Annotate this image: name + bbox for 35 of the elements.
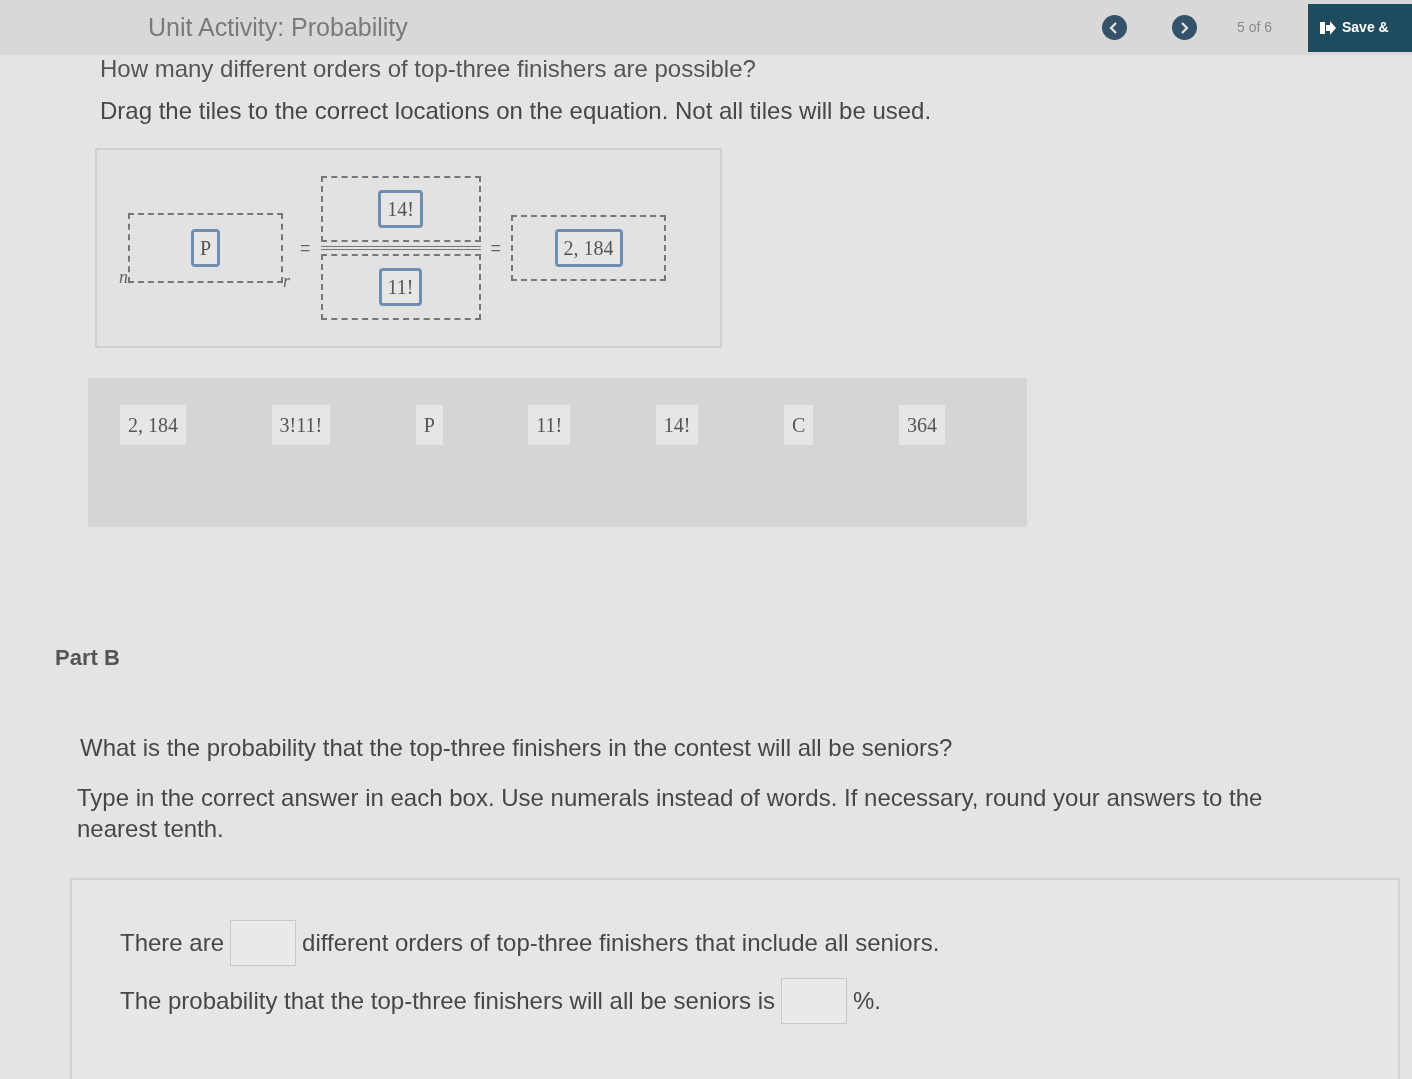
drop-slot[interactable]: 2, 184 xyxy=(511,215,667,281)
page-indicator: 5 of 6 xyxy=(1236,18,1272,37)
sentence-text: different orders of top-three finishers that include all seniors. xyxy=(302,928,940,958)
instruction-text: Drag the tiles to the correct locations on the equation. Not all tiles will be used. xyxy=(100,97,933,125)
page-title: Unit Activity: Probability xyxy=(148,11,408,43)
sentence-text: The probability that the top-three finishers will all be seniors is xyxy=(120,986,775,1016)
index-label: r xyxy=(283,270,290,293)
equals-sign: = xyxy=(490,236,502,260)
drop-slot[interactable]: 14! xyxy=(320,176,481,242)
answer-tile[interactable]: 14! xyxy=(655,405,699,445)
drop-slot[interactable]: 11! xyxy=(320,254,481,320)
sentence-text: %. xyxy=(853,986,881,1016)
save-button[interactable]: Save & xyxy=(1308,3,1412,52)
sentence-text: There are xyxy=(120,928,225,958)
answer-tile[interactable]: C xyxy=(784,405,814,445)
answer-tile[interactable]: 2, 184 xyxy=(120,405,186,445)
answer-tile[interactable]: P xyxy=(190,229,221,267)
exit-arrow-icon xyxy=(1320,20,1336,35)
instruction-text: Type in the correct answer in each box. Use numerals instead of words. If necessary, round your answers to the nearest tenth. xyxy=(77,783,1264,844)
question-text: How many different orders of top-three finishers are possible? xyxy=(100,55,757,83)
answer-tile[interactable]: 3!11! xyxy=(271,405,331,445)
answer-tile[interactable]: 2, 184 xyxy=(554,229,623,267)
index-label: n xyxy=(119,266,128,289)
answer-tile[interactable]: 14! xyxy=(378,190,423,228)
equals-sign: = xyxy=(300,236,311,260)
chevron-right-icon xyxy=(1178,21,1191,34)
drop-slot[interactable]: P xyxy=(128,213,283,283)
previous-button[interactable] xyxy=(1101,15,1127,40)
answer-tile[interactable]: 364 xyxy=(898,405,945,445)
answer-tile[interactable]: 11! xyxy=(378,268,423,306)
answer-tile[interactable]: P xyxy=(415,405,443,445)
question-text: What is the probability that the top-three finishers in the contest will all be seniors? xyxy=(80,734,954,762)
section-heading: Part B xyxy=(55,644,121,672)
next-button[interactable] xyxy=(1171,15,1197,40)
answer-tile[interactable]: 11! xyxy=(528,405,571,445)
